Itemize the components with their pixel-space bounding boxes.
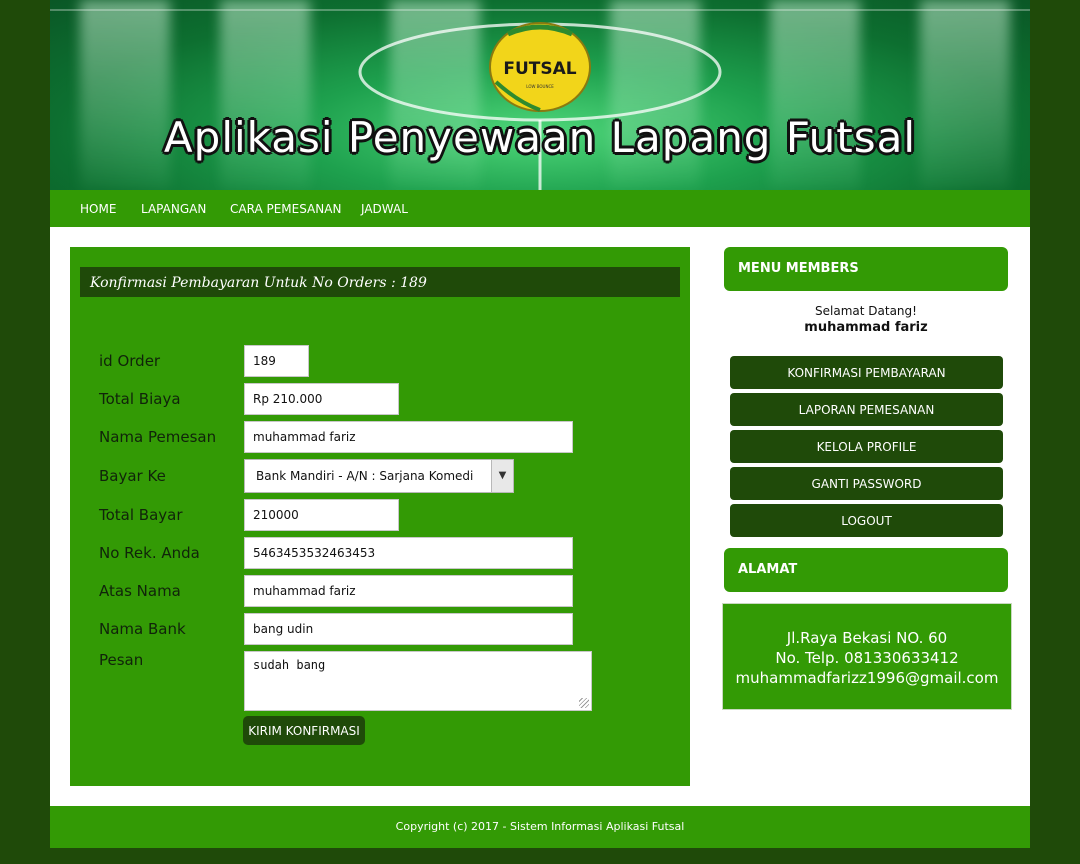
chevron-down-icon[interactable]: ▼ [491, 460, 513, 492]
id-order-field[interactable]: 189 [244, 345, 309, 377]
kirim-konfirmasi-button[interactable]: KIRIM KONFIRMASI [243, 716, 365, 745]
menu-logout[interactable]: LOGOUT [730, 504, 1003, 537]
nav-lapangan[interactable]: LAPANGAN [141, 190, 206, 228]
label-nama-pemesan: Nama Pemesan [99, 428, 217, 446]
address-box: Jl.Raya Bekasi NO. 60 No. Telp. 08133063… [722, 603, 1012, 710]
ball-small-text: LOW BOUNCE [526, 84, 554, 89]
nav-jadwal[interactable]: JADWAL [361, 190, 408, 228]
futsal-ball-logo: FUTSAL LOW BOUNCE [489, 22, 591, 112]
resize-grip-icon[interactable] [579, 698, 589, 708]
label-total-bayar: Total Bayar [99, 506, 183, 524]
menu-laporan-pemesanan[interactable]: LAPORAN PEMESANAN [730, 393, 1003, 426]
address-phone: No. Telp. 081330633412 [775, 649, 959, 667]
nama-bank-field[interactable]: bang udin [244, 613, 573, 645]
welcome-text: Selamat Datang! [815, 304, 917, 318]
label-nama-bank: Nama Bank [99, 620, 186, 638]
menu-konfirmasi-pembayaran[interactable]: KONFIRMASI PEMBAYARAN [730, 356, 1003, 389]
main-nav: HOME LAPANGAN CARA PEMESANAN JADWAL [50, 190, 1030, 227]
label-id-order: id Order [99, 352, 161, 370]
total-bayar-field[interactable]: 210000 [244, 499, 399, 531]
page-wrapper: FUTSAL LOW BOUNCE Aplikasi Penyewaan Lap… [50, 0, 1030, 848]
pesan-text: sudah bang [253, 658, 326, 672]
payment-confirmation-panel: Konfirmasi Pembayaran Untuk No Orders : … [70, 247, 690, 786]
nama-pemesan-field[interactable]: muhammad fariz [244, 421, 573, 453]
menu-members-header: MENU MEMBERS [724, 247, 1008, 291]
menu-ganti-password[interactable]: GANTI PASSWORD [730, 467, 1003, 500]
address-street: Jl.Raya Bekasi NO. 60 [786, 629, 948, 647]
label-total-biaya: Total Biaya [99, 390, 181, 408]
ball-brand-text: FUTSAL [503, 59, 576, 79]
panel-heading: Konfirmasi Pembayaran Untuk No Orders : … [80, 267, 680, 297]
username: muhammad fariz [804, 320, 928, 335]
atas-nama-field[interactable]: muhammad fariz [244, 575, 573, 607]
site-title: Aplikasi Penyewaan Lapang Futsal [163, 113, 917, 162]
alamat-header: ALAMAT [724, 548, 1008, 592]
address-email: muhammadfarizz1996@gmail.com [735, 669, 999, 687]
nav-cara-pemesanan[interactable]: CARA PEMESANAN [230, 190, 341, 228]
label-atas-nama: Atas Nama [99, 582, 181, 600]
bayar-ke-selected: Bank Mandiri - A/N : Sarjana Komedi [256, 469, 474, 483]
header-banner: FUTSAL LOW BOUNCE Aplikasi Penyewaan Lap… [50, 0, 1030, 190]
nav-home[interactable]: HOME [80, 190, 116, 228]
bayar-ke-select[interactable]: Bank Mandiri - A/N : Sarjana Komedi ▼ [244, 459, 514, 493]
footer: Copyright (c) 2017 - Sistem Informasi Ap… [50, 806, 1030, 848]
no-rek-field[interactable]: 5463453532463453 [244, 537, 573, 569]
label-pesan: Pesan [99, 651, 144, 669]
footer-copyright: Copyright (c) 2017 - Sistem Informasi Ap… [395, 820, 685, 833]
label-no-rek: No Rek. Anda [99, 544, 200, 562]
label-bayar-ke: Bayar Ke [99, 467, 166, 485]
pesan-textarea[interactable]: sudah bang [244, 651, 592, 711]
total-biaya-field[interactable]: Rp 210.000 [244, 383, 399, 415]
menu-kelola-profile[interactable]: KELOLA PROFILE [730, 430, 1003, 463]
